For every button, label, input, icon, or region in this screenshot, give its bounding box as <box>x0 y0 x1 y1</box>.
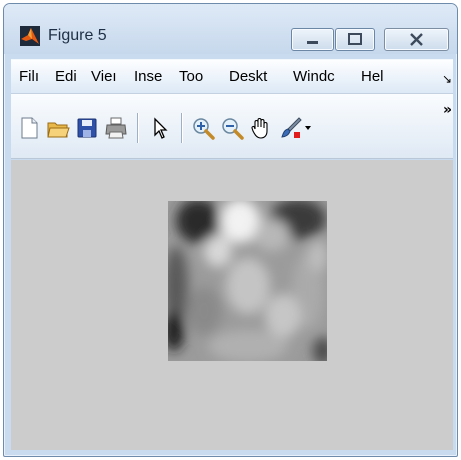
new-figure-icon[interactable] <box>17 116 41 140</box>
toolbar-separator <box>137 113 138 143</box>
toolbar-overflow-icon[interactable]: » <box>443 102 452 118</box>
menu-overflow-icon[interactable]: ↘ <box>442 72 452 86</box>
edit-plot-arrow-icon[interactable] <box>148 116 172 140</box>
save-icon[interactable] <box>75 116 99 140</box>
figure-toolbar: » <box>11 94 453 159</box>
toolbar-separator <box>181 113 182 143</box>
window-title: Figure 5 <box>48 27 107 44</box>
grayscale-image[interactable] <box>168 201 327 361</box>
menu-help[interactable]: Hel <box>361 68 384 85</box>
figure-canvas[interactable] <box>11 160 453 450</box>
chevron-down-icon[interactable] <box>303 116 313 140</box>
close-icon <box>410 33 423 46</box>
matlab-logo-icon <box>20 26 40 46</box>
menu-insert[interactable]: Inse <box>134 68 162 85</box>
print-icon[interactable] <box>104 116 128 140</box>
minimize-button[interactable] <box>291 28 334 51</box>
open-file-icon[interactable] <box>46 116 70 140</box>
maximize-button[interactable] <box>335 28 375 51</box>
pan-hand-icon[interactable] <box>249 116 273 140</box>
menu-edit[interactable]: Edi <box>55 68 77 85</box>
title-bar[interactable]: Figure 5 <box>4 4 457 54</box>
data-brush-icon[interactable] <box>279 116 303 140</box>
menu-desktop[interactable]: Deskt <box>229 68 267 85</box>
zoom-out-icon[interactable] <box>220 116 244 140</box>
menu-tools[interactable]: Too <box>179 68 203 85</box>
menu-file[interactable]: Filı <box>19 68 39 85</box>
minimize-icon <box>307 41 318 44</box>
menu-view[interactable]: Vieı <box>91 68 117 85</box>
close-button[interactable] <box>384 28 449 51</box>
menu-bar: Filı Edi Vieı Inse Too Deskt Windc Hel ↘ <box>11 59 453 94</box>
menu-window[interactable]: Windc <box>293 68 335 85</box>
maximize-icon <box>348 33 362 45</box>
figure-window: Figure 5 Filı Edi Vieı Inse Too Deskt Wi… <box>3 3 458 457</box>
zoom-in-icon[interactable] <box>191 116 215 140</box>
